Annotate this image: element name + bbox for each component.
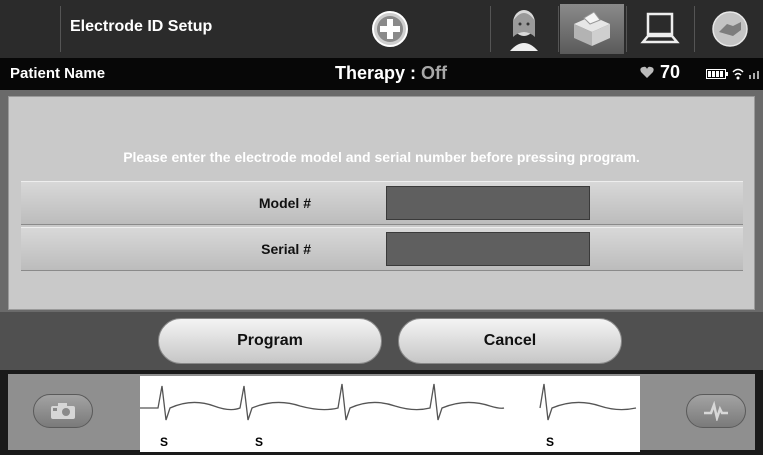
toolbar-divider xyxy=(60,6,61,52)
serial-label: Serial # xyxy=(261,241,311,257)
signal-icon xyxy=(749,71,759,79)
handshake-button[interactable] xyxy=(698,4,762,54)
ecg-trace xyxy=(140,383,637,421)
sense-marker: S xyxy=(160,435,169,449)
ecg-waveform xyxy=(140,376,640,434)
electrode-package-icon xyxy=(574,11,610,46)
model-row: Model # xyxy=(21,181,743,225)
model-input[interactable] xyxy=(386,186,590,220)
clinician-button[interactable] xyxy=(492,4,556,54)
program-button[interactable]: Program xyxy=(158,318,382,364)
heart-icon xyxy=(640,66,654,78)
electrode-form-panel: Please enter the electrode model and ser… xyxy=(8,96,755,310)
therapy-label: Therapy : xyxy=(335,63,422,83)
sense-marker-strip: S S S xyxy=(140,434,640,452)
serial-input[interactable] xyxy=(386,232,590,266)
cancel-button[interactable]: Cancel xyxy=(398,318,622,364)
handshake-icon xyxy=(712,11,748,47)
add-button[interactable] xyxy=(358,4,422,54)
electrode-setup-tab[interactable] xyxy=(560,4,624,54)
sense-marker: S xyxy=(546,435,555,449)
heart-rate-value: 70 xyxy=(660,62,681,82)
monitor-button[interactable] xyxy=(628,4,692,54)
serial-row: Serial # xyxy=(21,227,743,271)
wireless-icon xyxy=(732,68,744,80)
device-status xyxy=(706,68,762,80)
therapy-status: Therapy : Off xyxy=(335,63,447,84)
patient-name: Patient Name xyxy=(10,65,106,82)
add-icon xyxy=(372,11,408,47)
snapshot-button[interactable] xyxy=(33,394,93,428)
screen-title: Electrode ID Setup xyxy=(70,18,213,35)
camera-icon xyxy=(51,403,75,419)
heart-rate-display: 70 xyxy=(640,62,680,83)
action-bar: Program Cancel xyxy=(0,312,763,370)
clinician-icon xyxy=(510,10,538,51)
battery-icon xyxy=(706,69,728,79)
status-bar: Patient Name Therapy : Off 70 xyxy=(0,58,763,90)
top-toolbar: Electrode ID Setup xyxy=(0,0,763,58)
model-label: Model # xyxy=(258,195,311,211)
app-screen: Electrode ID Setup Patient Name Therapy … xyxy=(0,0,763,455)
ecg-event-icon xyxy=(704,401,728,421)
therapy-value: Off xyxy=(421,63,448,83)
instruction-text: Please enter the electrode model and ser… xyxy=(123,149,640,165)
ecg-options-button[interactable] xyxy=(686,394,746,428)
monitor-icon xyxy=(640,12,680,44)
sense-marker: S xyxy=(255,435,264,449)
